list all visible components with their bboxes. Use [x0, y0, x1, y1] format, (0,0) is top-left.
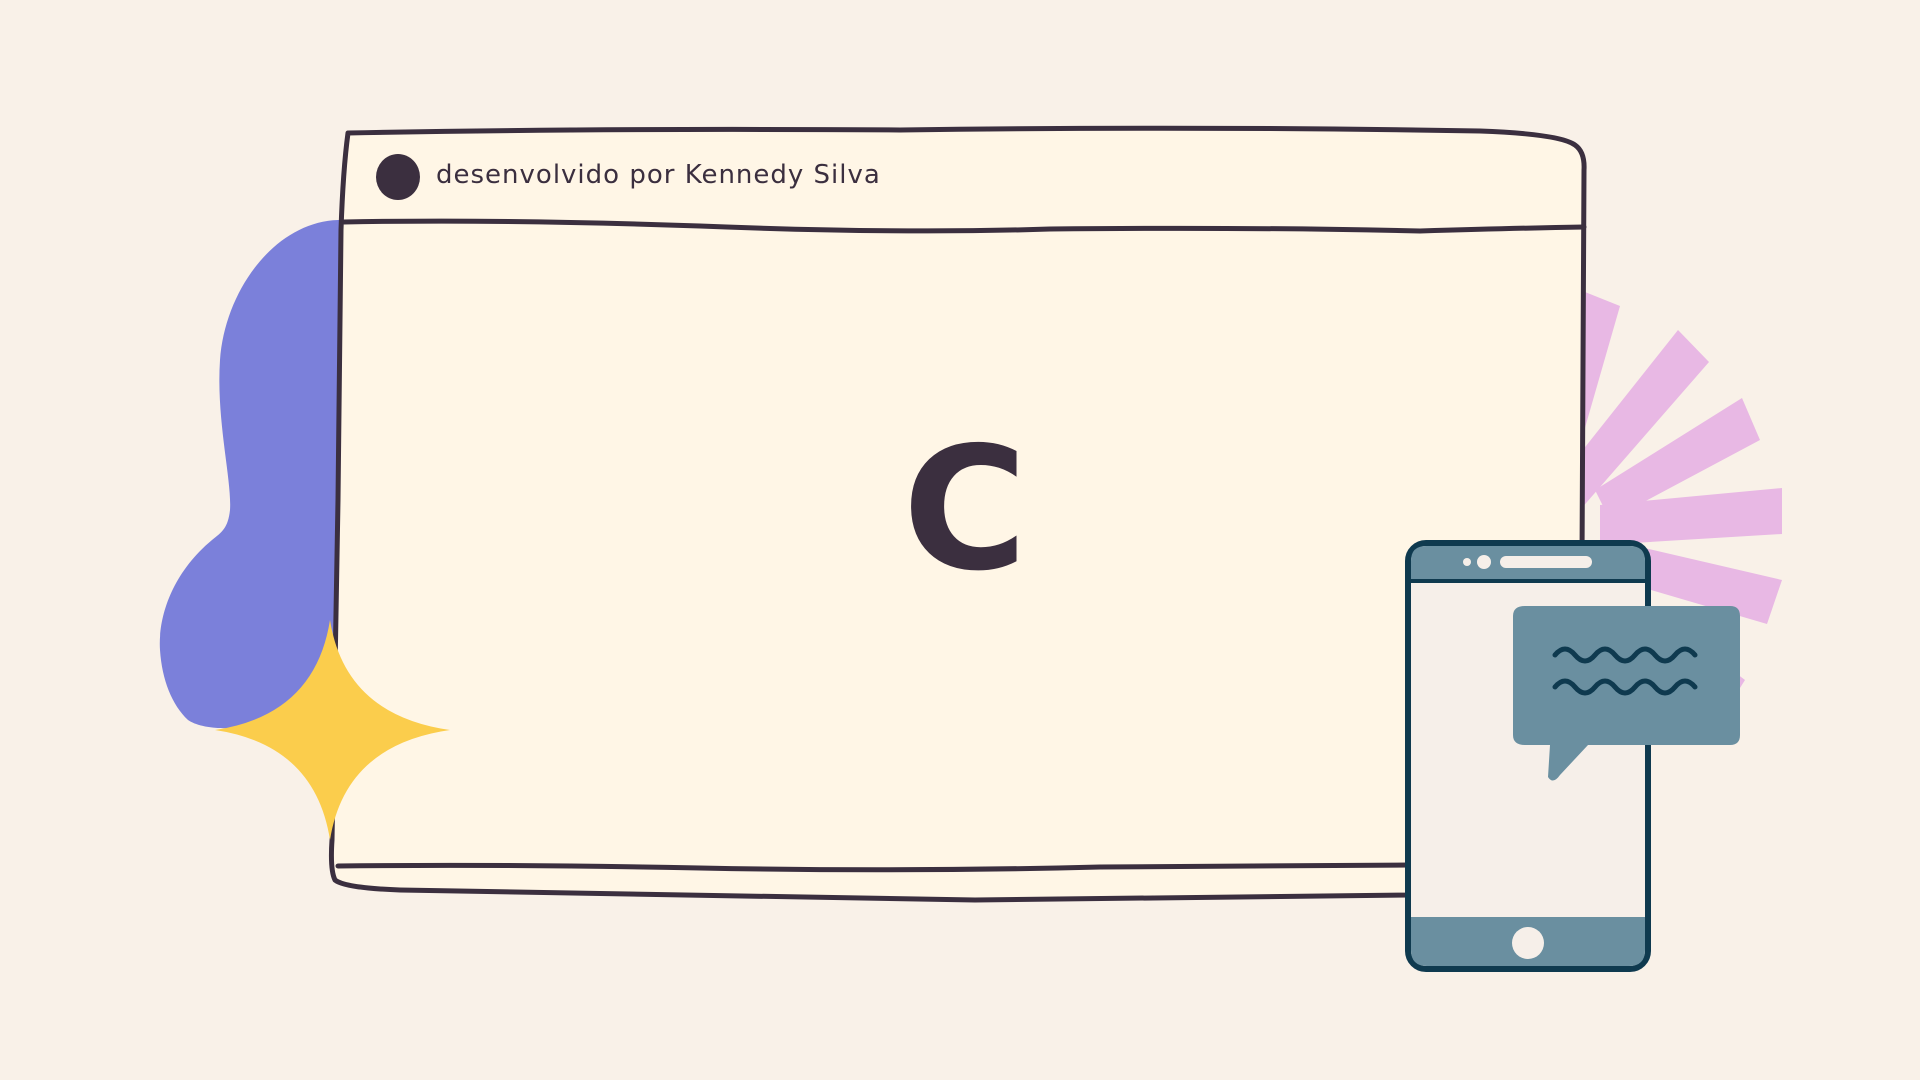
illustration-stage: desenvolvido por Kennedy Silva C [0, 0, 1920, 1080]
center-letter: C [902, 411, 1028, 609]
window-dot-icon [376, 154, 420, 200]
purple-blob [159, 220, 345, 729]
window-title: desenvolvido por Kennedy Silva [436, 160, 881, 190]
